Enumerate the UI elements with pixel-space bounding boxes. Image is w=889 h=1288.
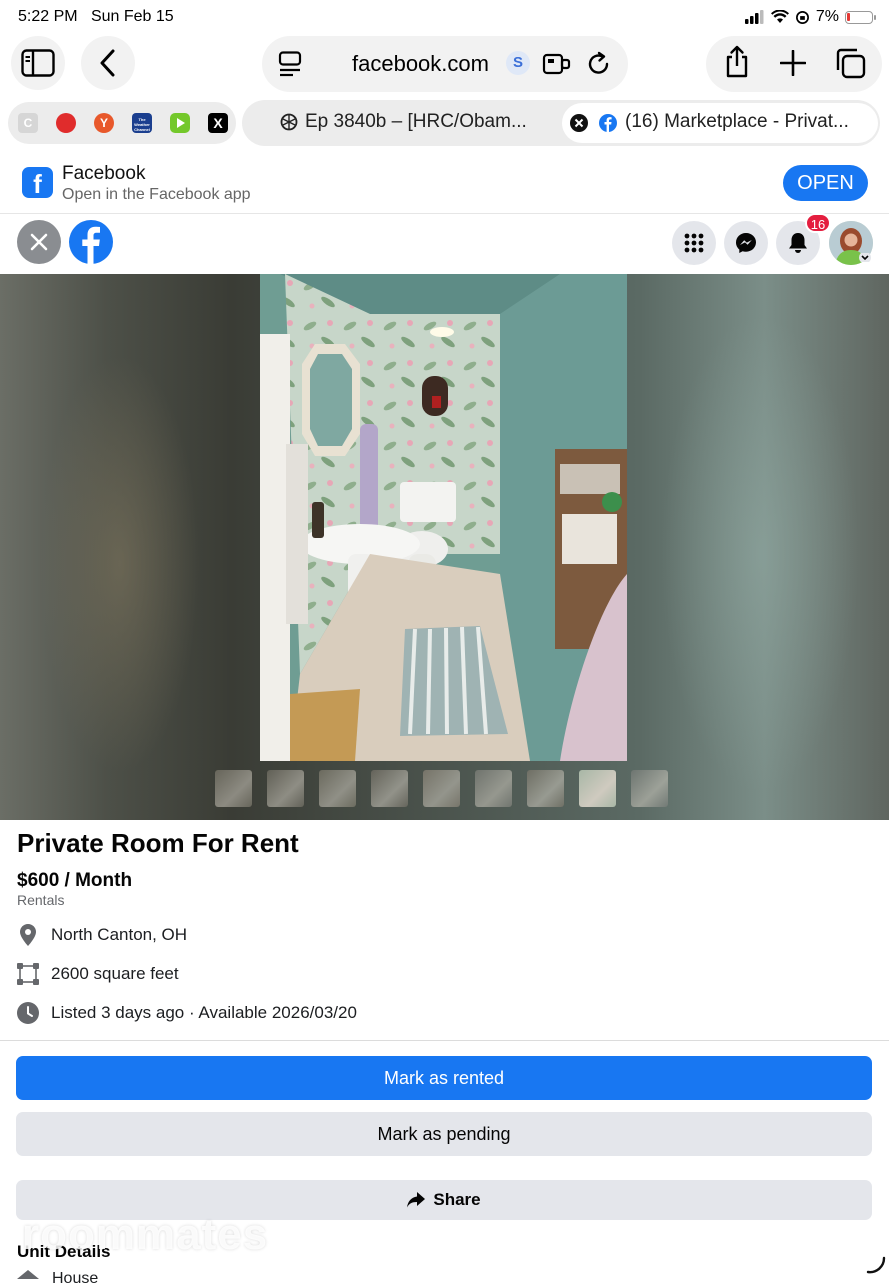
wifi-icon <box>770 10 789 23</box>
listing-title: Private Room For Rent <box>17 828 299 858</box>
banner-title: Facebook <box>62 163 146 184</box>
background-blur-left <box>40 354 200 774</box>
extension-badge[interactable]: S <box>506 51 530 75</box>
weather-channel-tab-icon[interactable]: The Weather Channel <box>132 113 152 133</box>
c-tab-icon[interactable]: C <box>18 113 38 133</box>
location-row: North Canton, OH <box>16 922 187 948</box>
sidebar-button[interactable] <box>11 36 65 90</box>
divider <box>0 1040 889 1041</box>
bathroom-photo-icon <box>260 274 627 761</box>
square-feet-icon <box>17 963 39 985</box>
open-app-button[interactable]: OPEN <box>783 165 868 201</box>
y-tab-icon[interactable]: Y <box>94 113 114 133</box>
clock-icon <box>17 1002 39 1024</box>
mark-as-rented-button[interactable]: Mark as rented <box>16 1056 872 1100</box>
signal-icon <box>744 10 764 24</box>
bell-icon <box>789 233 807 253</box>
share-icon[interactable] <box>724 45 750 79</box>
listed-row: Listed 3 days ago · Available 2026/03/20 <box>16 1000 357 1026</box>
battery-icon <box>845 10 876 24</box>
facebook-logo[interactable] <box>69 220 113 264</box>
facebook-app-icon: f <box>22 167 53 199</box>
notification-badge: 16 <box>805 213 831 233</box>
location-text[interactable]: North Canton, OH <box>51 925 187 945</box>
back-button[interactable] <box>81 36 135 90</box>
extension-icon[interactable] <box>542 51 572 77</box>
reload-icon[interactable] <box>586 51 612 77</box>
size-text: 2600 square feet <box>51 964 179 983</box>
status-bar: 5:22 PM Sun Feb 15 7% <box>0 0 889 36</box>
location-pin-icon <box>20 924 36 946</box>
background-blur-right <box>660 314 860 794</box>
gallery-thumbnail[interactable] <box>215 770 252 807</box>
photo-gallery[interactable] <box>0 274 889 820</box>
menu-button[interactable] <box>672 221 716 265</box>
rotation-lock-icon <box>795 10 809 24</box>
gallery-thumbnail[interactable] <box>267 770 304 807</box>
status-right: 7% <box>744 8 876 26</box>
grid-menu-icon <box>684 233 704 253</box>
banner-subtitle: Open in the Facebook app <box>62 186 251 203</box>
size-row: 2600 square feet <box>16 961 179 987</box>
watermark-suffix: .com <box>270 1236 303 1253</box>
tab-bar: Ep 3840b – [HRC/Obam... (16) Marketplace… <box>242 100 880 146</box>
url-text[interactable]: facebook.com <box>352 51 489 77</box>
messenger-icon <box>736 233 756 253</box>
podcast-icon <box>280 113 298 131</box>
gallery-thumbnail[interactable] <box>423 770 460 807</box>
gallery-thumbnail[interactable] <box>527 770 564 807</box>
tab-label: Ep 3840b – [HRC/Obam... <box>305 111 527 132</box>
red-bird-tab-icon[interactable] <box>56 113 76 133</box>
gallery-thumbnail[interactable] <box>371 770 408 807</box>
sidebar-icon <box>21 49 55 77</box>
chevron-down-icon[interactable] <box>859 253 871 262</box>
facebook-logo-icon <box>82 226 100 264</box>
page-menu-icon[interactable] <box>278 51 302 77</box>
unit-type: House <box>52 1270 99 1287</box>
status-time: 5:22 PM Sun Feb 15 <box>18 8 174 25</box>
listing-price: $600 / Month <box>17 870 133 891</box>
mark-as-pending-button[interactable]: Mark as pending <box>16 1112 872 1156</box>
gallery-thumbnail[interactable] <box>579 770 616 807</box>
address-bar[interactable]: facebook.com S <box>262 36 628 92</box>
app-banner: f Facebook Open in the Facebook app OPEN <box>0 152 889 214</box>
tabs-overview-icon[interactable] <box>834 47 866 79</box>
messenger-button[interactable] <box>724 221 768 265</box>
close-icon <box>30 233 48 251</box>
house-icon <box>17 1270 39 1279</box>
tab-label: (16) Marketplace - Privat... <box>625 111 849 132</box>
listing-category[interactable]: Rentals <box>17 892 64 908</box>
gallery-thumbnail[interactable] <box>631 770 668 807</box>
tab-podcast[interactable]: Ep 3840b – [HRC/Obam... <box>280 100 550 146</box>
x-tab-icon[interactable]: X <box>208 113 228 133</box>
listed-text: Listed 3 days ago · Available 2026/03/20 <box>51 1003 357 1022</box>
tab-marketplace[interactable]: (16) Marketplace - Privat... <box>562 103 878 143</box>
listing-main-photo[interactable] <box>260 274 627 761</box>
close-tab-icon[interactable] <box>570 114 588 132</box>
chevron-left-icon <box>100 49 115 77</box>
share-label: Share <box>433 1190 481 1209</box>
loading-spinner-icon <box>866 1256 886 1274</box>
share-arrow-icon <box>407 1192 426 1208</box>
watermark-logo: roommates <box>22 1210 269 1259</box>
close-button[interactable] <box>17 220 61 264</box>
battery-percent: 7% <box>815 8 839 25</box>
new-tab-icon[interactable] <box>780 50 806 76</box>
rumble-tab-icon[interactable] <box>170 113 190 133</box>
facebook-icon <box>599 114 617 132</box>
gallery-thumbnail[interactable] <box>319 770 356 807</box>
browser-actions <box>706 36 882 92</box>
gallery-thumbnail[interactable] <box>475 770 512 807</box>
pinned-tabs: C Y The Weather Channel X <box>8 102 236 144</box>
